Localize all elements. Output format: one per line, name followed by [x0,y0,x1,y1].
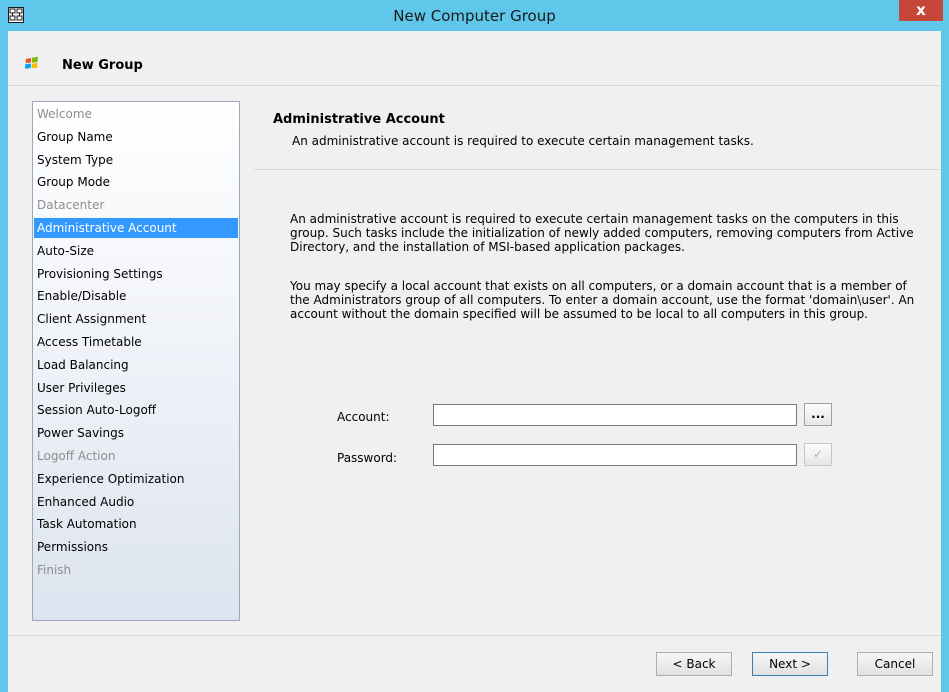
wizard-step-access-timetable[interactable]: Access Timetable [34,332,238,352]
footer-divider [8,635,941,636]
wizard-header: New Group [8,31,941,85]
window-title: New Computer Group [393,7,556,25]
content-divider [254,169,941,170]
wizard-step-power-savings[interactable]: Power Savings [34,423,238,443]
cancel-button[interactable]: Cancel [857,652,933,676]
account-input[interactable] [433,404,797,426]
wizard-step-welcome: Welcome [37,107,92,121]
wizard-step-administrative-account[interactable]: Administrative Account [34,218,238,238]
description-paragraph-2: You may specify a local account that exi… [290,279,915,321]
wizard-step-group-mode[interactable]: Group Mode [34,172,238,192]
wizard-step-auto-size[interactable]: Auto-Size [34,241,238,261]
title-bar[interactable]: New Computer Group x [0,0,949,30]
wizard-window: New Computer Group x New Group Welcome Gr… [0,0,949,692]
wizard-step-enable-disable[interactable]: Enable/Disable [34,286,238,306]
wizard-step-enhanced-audio[interactable]: Enhanced Audio [34,492,238,512]
wizard-step-experience-optimization[interactable]: Experience Optimization [34,469,238,489]
header-title: New Group [62,58,143,73]
wizard-step-system-type[interactable]: System Type [34,150,238,170]
wizard-step-list: Welcome Group Name System Type Group Mode Da… [32,101,240,621]
wizard-step-logoff-action: Logoff Action [37,449,116,463]
wizard-step-provisioning-settings[interactable]: Provisioning Settings [34,264,238,284]
wizard-step-permissions[interactable]: Permissions [34,537,238,557]
account-label: Account: [337,410,390,424]
back-button[interactable]: < Back [656,652,732,676]
description-paragraph-1: An administrative account is required to… [290,212,914,254]
browse-account-button[interactable]: ... [804,403,832,426]
wizard-step-datacenter: Datacenter [37,198,105,213]
wizard-step-finish: Finish [37,563,72,577]
wizard-client-area: New Group Welcome Group Name System Type Gr… [8,31,941,692]
wizard-step-load-balancing[interactable]: Load Balancing [34,355,238,375]
close-button[interactable]: x [899,0,943,21]
header-divider [8,85,941,86]
next-button[interactable]: Next > [752,652,828,676]
password-label: Password: [337,451,398,465]
page-title: Administrative Account [273,112,445,127]
wizard-step-task-automation[interactable]: Task Automation [34,514,238,534]
wizard-step-client-assignment[interactable]: Client Assignment [34,309,238,329]
wizard-step-group-name[interactable]: Group Name [34,127,238,147]
windows-logo-icon [25,56,38,69]
check-password-button[interactable]: ✓ [804,443,832,466]
password-input[interactable] [433,444,797,466]
wizard-step-session-auto-logoff[interactable]: Session Auto-Logoff [34,400,238,420]
wizard-step-user-privileges[interactable]: User Privileges [34,378,238,398]
page-subtitle: An administrative account is required to… [292,134,754,148]
